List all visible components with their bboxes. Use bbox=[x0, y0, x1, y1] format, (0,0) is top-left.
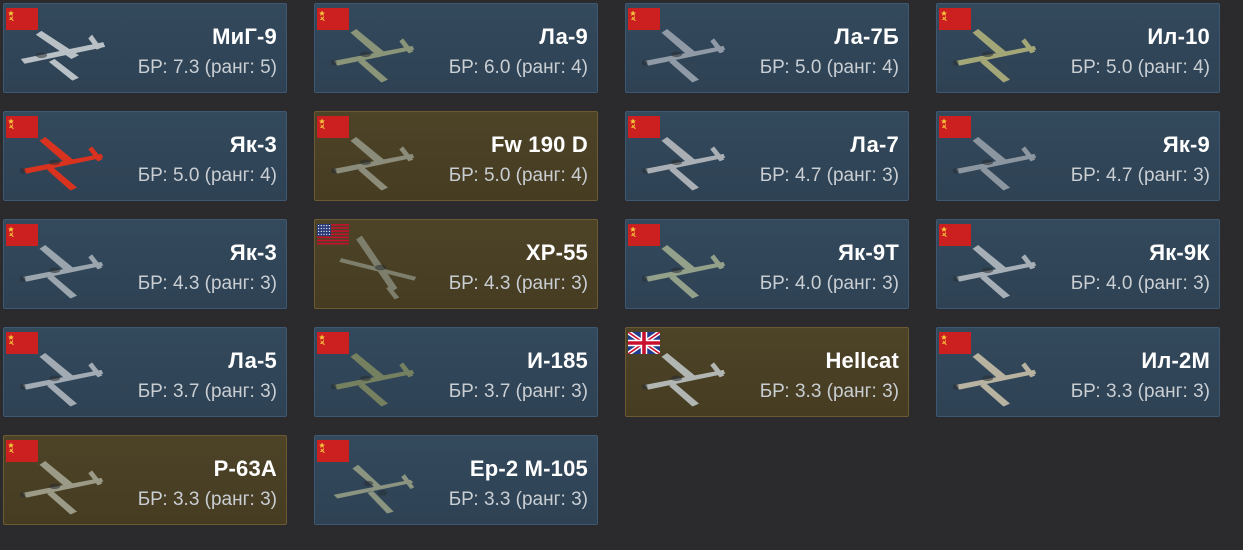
vehicle-name: Ил-2М bbox=[1141, 348, 1210, 373]
vehicle-card[interactable]: Ил-2М БР: 3.3 (ранг: 3) bbox=[936, 327, 1220, 417]
vehicle-name: Як-9 bbox=[1162, 132, 1210, 157]
battle-rating: БР: 4.7 (ранг: 3) bbox=[1070, 165, 1210, 186]
battle-rating: БР: 6.0 (ранг: 4) bbox=[448, 57, 588, 78]
vehicle-name: Ер-2 М-105 bbox=[469, 456, 588, 481]
vehicle-name: Ла-7 bbox=[850, 132, 899, 157]
battle-rating: БР: 3.3 (ранг: 3) bbox=[759, 381, 899, 402]
battle-rating: БР: 4.0 (ранг: 3) bbox=[1070, 273, 1210, 294]
battle-rating: БР: 4.7 (ранг: 3) bbox=[759, 165, 899, 186]
vehicle-grid: МиГ-9 БР: 7.3 (ранг: 5) Ла-9 БР: 6.0 (ранг… bbox=[3, 3, 1220, 525]
vehicle-name: Ил-10 bbox=[1147, 24, 1210, 49]
vehicle-card[interactable]: Hellcat БР: 3.3 (ранг: 3) bbox=[625, 327, 909, 417]
battle-rating: БР: 5.0 (ранг: 4) bbox=[137, 165, 277, 186]
vehicle-name: Як-9Т bbox=[838, 240, 899, 265]
vehicle-card[interactable]: Ла-7Б БР: 5.0 (ранг: 4) bbox=[625, 3, 909, 93]
usa-flag-icon bbox=[317, 224, 349, 246]
vehicle-name: Fw 190 D bbox=[491, 132, 588, 157]
ussr-flag-icon bbox=[317, 8, 349, 30]
vehicle-name: Ла-5 bbox=[228, 348, 277, 373]
vehicle-card[interactable]: Ла-9 БР: 6.0 (ранг: 4) bbox=[314, 3, 598, 93]
ussr-flag-icon bbox=[317, 440, 349, 462]
vehicle-name: Як-3 bbox=[229, 240, 277, 265]
ussr-flag-icon bbox=[317, 116, 349, 138]
vehicle-card[interactable]: Як-9К БР: 4.0 (ранг: 3) bbox=[936, 219, 1220, 309]
vehicle-card[interactable]: Ла-7 БР: 4.7 (ранг: 3) bbox=[625, 111, 909, 201]
vehicle-card[interactable]: И-185 БР: 3.7 (ранг: 3) bbox=[314, 327, 598, 417]
vehicle-card[interactable]: Ла-5 БР: 3.7 (ранг: 3) bbox=[3, 327, 287, 417]
battle-rating: БР: 3.7 (ранг: 3) bbox=[137, 381, 277, 402]
vehicle-card[interactable]: Як-3 БР: 4.3 (ранг: 3) bbox=[3, 219, 287, 309]
vehicle-name: Як-3 bbox=[229, 132, 277, 157]
battle-rating: БР: 4.3 (ранг: 3) bbox=[448, 273, 588, 294]
battle-rating: БР: 4.3 (ранг: 3) bbox=[137, 273, 277, 294]
vehicle-card[interactable]: Як-3 БР: 5.0 (ранг: 4) bbox=[3, 111, 287, 201]
vehicle-card[interactable]: Ер-2 М-105 БР: 3.3 (ранг: 3) bbox=[314, 435, 598, 525]
vehicle-card[interactable]: Як-9 БР: 4.7 (ранг: 3) bbox=[936, 111, 1220, 201]
vehicle-card[interactable]: Ил-10 БР: 5.0 (ранг: 4) bbox=[936, 3, 1220, 93]
vehicle-name: Ла-9 bbox=[539, 24, 588, 49]
battle-rating: БР: 3.7 (ранг: 3) bbox=[448, 381, 588, 402]
ussr-flag-icon bbox=[6, 8, 38, 30]
ussr-flag-icon bbox=[628, 224, 660, 246]
battle-rating: БР: 5.0 (ранг: 4) bbox=[448, 165, 588, 186]
battle-rating: БР: 3.3 (ранг: 3) bbox=[137, 489, 277, 510]
ussr-flag-icon bbox=[939, 116, 971, 138]
battle-rating: БР: 4.0 (ранг: 3) bbox=[759, 273, 899, 294]
ussr-flag-icon bbox=[6, 440, 38, 462]
vehicle-name: И-185 bbox=[527, 348, 588, 373]
ussr-flag-icon bbox=[6, 224, 38, 246]
vehicle-name: XP-55 bbox=[525, 240, 588, 265]
vehicle-card[interactable]: МиГ-9 БР: 7.3 (ранг: 5) bbox=[3, 3, 287, 93]
vehicle-card[interactable]: Як-9Т БР: 4.0 (ранг: 3) bbox=[625, 219, 909, 309]
vehicle-card[interactable]: XP-55 БР: 4.3 (ранг: 3) bbox=[314, 219, 598, 309]
ussr-flag-icon bbox=[939, 8, 971, 30]
vehicle-name: P-63A bbox=[213, 456, 277, 481]
vehicle-name: Hellcat bbox=[825, 348, 899, 373]
vehicle-name: Як-9К bbox=[1149, 240, 1210, 265]
battle-rating: БР: 3.3 (ранг: 3) bbox=[448, 489, 588, 510]
uk-flag-icon bbox=[626, 330, 662, 356]
ussr-flag-icon bbox=[939, 332, 971, 354]
battle-rating: БР: 3.3 (ранг: 3) bbox=[1070, 381, 1210, 402]
vehicle-card[interactable]: P-63A БР: 3.3 (ранг: 3) bbox=[3, 435, 287, 525]
battle-rating: БР: 5.0 (ранг: 4) bbox=[759, 57, 899, 78]
ussr-flag-icon bbox=[628, 8, 660, 30]
ussr-flag-icon bbox=[6, 116, 38, 138]
ussr-flag-icon bbox=[628, 116, 660, 138]
vehicle-name: МиГ-9 bbox=[212, 24, 277, 49]
vehicle-card[interactable]: Fw 190 D БР: 5.0 (ранг: 4) bbox=[314, 111, 598, 201]
ussr-flag-icon bbox=[6, 332, 38, 354]
ussr-flag-icon bbox=[939, 224, 971, 246]
battle-rating: БР: 7.3 (ранг: 5) bbox=[137, 57, 277, 78]
battle-rating: БР: 5.0 (ранг: 4) bbox=[1070, 57, 1210, 78]
vehicle-name: Ла-7Б bbox=[834, 24, 899, 49]
ussr-flag-icon bbox=[317, 332, 349, 354]
